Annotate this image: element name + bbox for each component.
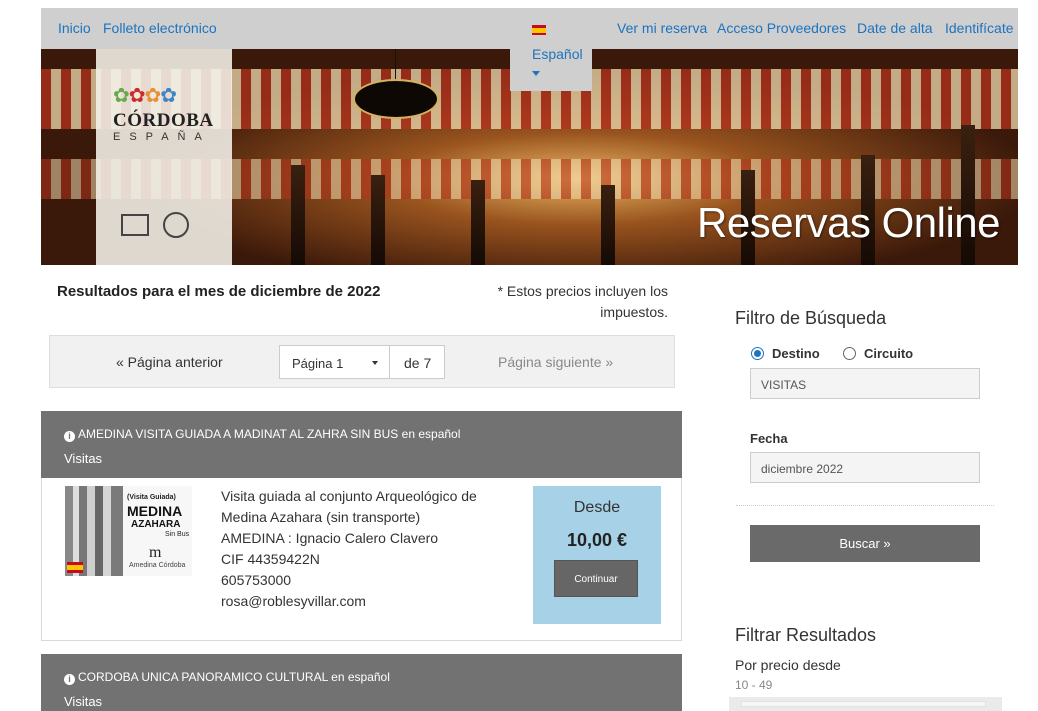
result-thumbnail[interactable]: (Visita Guiada) MEDINA AZAHARA Sin Bus m… <box>65 486 192 576</box>
page-select-value: Página 1 <box>292 356 344 371</box>
result-card-header[interactable]: i CORDOBA UNICA PANORAMICO CULTURAL en es… <box>41 654 682 711</box>
radio-circuito[interactable]: Circuito <box>843 346 913 361</box>
banner-pillar <box>601 185 615 265</box>
hanging-lamp <box>353 79 439 119</box>
divider <box>736 505 994 506</box>
result-language: en español <box>401 427 461 441</box>
page-total-label: de 7 <box>404 355 432 371</box>
language-selector[interactable]: Español <box>510 8 592 91</box>
radio-destino[interactable]: Destino <box>751 346 820 361</box>
banner-pillar <box>291 165 305 265</box>
search-button[interactable]: Buscar » <box>750 525 980 562</box>
page-total: de 7 <box>389 345 445 379</box>
result-language: en español <box>331 670 390 684</box>
result-title-line: i CORDOBA UNICA PANORAMICO CULTURAL en es… <box>64 670 390 685</box>
banner-title: Reservas Online <box>697 199 1000 246</box>
nav-link-folleto[interactable]: Folleto electrónico <box>103 20 217 36</box>
result-card-body: (Visita Guiada) MEDINA AZAHARA Sin Bus m… <box>41 478 682 641</box>
description-line: Visita guiada al conjunto Arqueológico d… <box>221 488 477 504</box>
page-select[interactable]: Página 1 <box>279 345 390 379</box>
nav-link-acceso-proveedores[interactable]: Acceso Proveedores <box>717 20 846 36</box>
price-filter-label: Por precio desde <box>735 657 841 673</box>
cordoba-logo-icon: ✿✿✿✿ <box>113 85 177 107</box>
unesco-logo-icon <box>121 214 149 236</box>
radio-destino-label: Destino <box>772 346 820 361</box>
spain-flag-icon <box>532 25 546 35</box>
tax-note: * Estos precios incluyen los impuestos. <box>497 283 668 320</box>
nav-link-date-de-alta[interactable]: Date de alta <box>857 20 933 36</box>
thumb-text: (Visita Guiada) <box>127 494 176 501</box>
previous-page-link[interactable]: « Página anterior <box>116 354 223 370</box>
result-category: Visitas <box>64 694 103 709</box>
logo-panel <box>96 49 232 265</box>
search-filter-title: Filtro de Búsqueda <box>735 308 887 328</box>
filter-results-title: Filtrar Resultados <box>735 625 877 645</box>
nav-link-ver-reserva[interactable]: Ver mi reserva <box>617 20 707 36</box>
info-icon: i <box>64 431 75 442</box>
destino-field[interactable]: VISITAS <box>750 368 980 399</box>
chevron-down-icon <box>372 361 378 365</box>
lamp-chain <box>395 49 396 81</box>
destino-value: VISITAS <box>761 378 807 392</box>
result-title-line: i AMEDINA VISITA GUIADA A MADINAT AL ZAHR… <box>64 427 460 442</box>
result-title: AMEDINA VISITA GUIADA A MADINAT AL ZAHRA… <box>78 427 399 441</box>
results-title: Resultados para el mes de diciembre de 2… <box>57 283 381 300</box>
result-title: CORDOBA UNICA PANORAMICO CULTURAL <box>78 670 328 684</box>
thumb-text: AZAHARA <box>131 519 181 530</box>
logo-country: ESPAÑA <box>113 131 211 143</box>
next-page-link[interactable]: Página siguiente » <box>498 354 613 370</box>
spain-flag-icon <box>67 562 83 573</box>
thumb-text: Amedina Córdoba <box>129 562 186 569</box>
world-heritage-icon <box>163 212 189 238</box>
price-slider[interactable] <box>729 697 1002 711</box>
radio-checked-icon <box>751 347 764 360</box>
language-label: Español <box>532 46 583 62</box>
fecha-value: diciembre 2022 <box>761 462 844 476</box>
info-icon: i <box>64 674 75 685</box>
thumb-text: Sin Bus <box>165 531 190 538</box>
fecha-field[interactable]: diciembre 2022 <box>750 452 980 483</box>
description-line: 605753000 <box>221 572 292 588</box>
price-filter-range: 10 - 49 <box>735 678 773 692</box>
amedina-logo-icon: m <box>149 544 162 561</box>
price-box: Desde 10,00 € Continuar <box>533 486 661 624</box>
pagination: « Página anterior Página 1 de 7 Página s… <box>49 335 675 388</box>
logo-name: CÓRDOBA <box>113 110 214 131</box>
price-amount: 10,00 € <box>566 530 628 550</box>
description-line: CIF 44359422N <box>221 551 320 567</box>
radio-circuito-label: Circuito <box>864 346 914 361</box>
fecha-label: Fecha <box>750 431 788 446</box>
thumb-text: MEDINA <box>127 503 183 519</box>
radio-unchecked-icon <box>843 347 856 360</box>
result-card-header[interactable]: i AMEDINA VISITA GUIADA A MADINAT AL ZAHR… <box>41 411 682 478</box>
nav-link-inicio[interactable]: Inicio <box>58 20 91 36</box>
description-line: rosa@roblesyvillar.com <box>221 593 366 609</box>
description-line: Medina Azahara (sin transporte) <box>221 509 421 525</box>
result-description: Visita guiada al conjunto Arqueológico d… <box>221 486 511 612</box>
result-category: Visitas <box>64 451 103 466</box>
price-from-label: Desde <box>573 499 621 516</box>
continue-button[interactable]: Continuar <box>554 560 638 597</box>
nav-link-identificate[interactable]: Identifícate <box>945 20 1014 36</box>
banner-pillar <box>471 180 485 265</box>
price-slider-track[interactable] <box>741 701 986 707</box>
banner-pillar <box>371 175 385 265</box>
chevron-down-icon <box>532 71 540 76</box>
description-line: AMEDINA : Ignacio Calero Clavero <box>221 530 439 546</box>
